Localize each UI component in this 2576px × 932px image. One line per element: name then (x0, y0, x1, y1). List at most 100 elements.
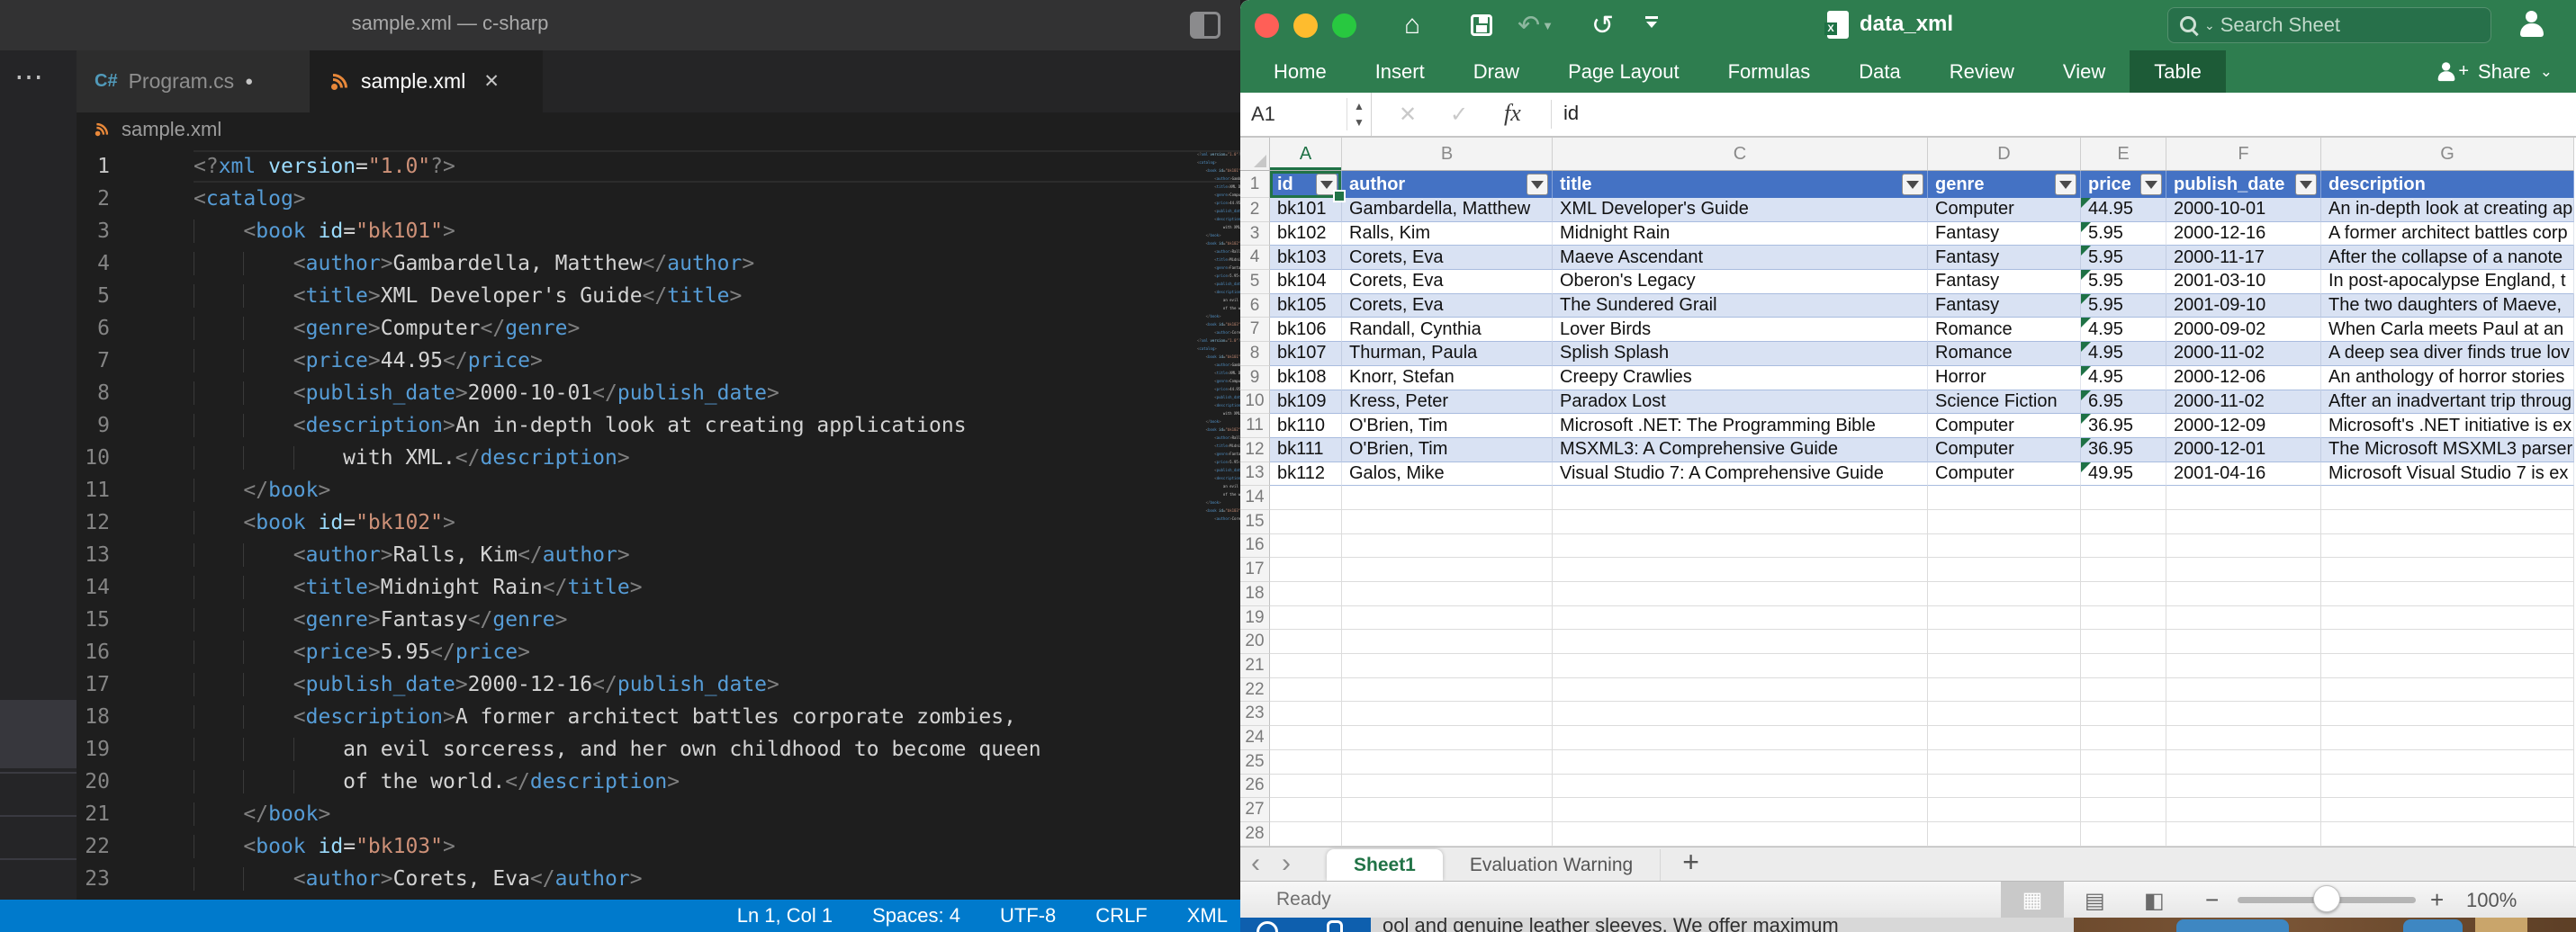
filter-button[interactable] (1902, 174, 1923, 195)
row-header-28[interactable]: 28 (1240, 822, 1270, 847)
cell[interactable] (1270, 775, 1342, 799)
cell[interactable] (1342, 726, 1553, 750)
ribbon-tab-review[interactable]: Review (1925, 50, 2039, 93)
cell[interactable] (2321, 726, 2574, 750)
cell[interactable] (2166, 775, 2321, 799)
cell[interactable]: bk103 (1270, 246, 1342, 270)
ribbon-tab-insert[interactable]: Insert (1351, 50, 1449, 93)
cell[interactable] (1928, 582, 2081, 606)
cell[interactable]: bk108 (1270, 366, 1342, 390)
cell[interactable] (2166, 702, 2321, 726)
column-header-E[interactable]: E (2081, 138, 2166, 171)
cell[interactable]: 44.95 (2081, 198, 2166, 222)
cell[interactable] (1270, 510, 1342, 534)
code-line[interactable]: 16 <price>5.95</price> (77, 636, 1240, 668)
cell[interactable]: Microsoft Visual Studio 7 is ex (2321, 462, 2574, 487)
name-box[interactable]: A1 ▲ ▼ (1240, 93, 1372, 136)
cell[interactable]: Visual Studio 7: A Comprehensive Guide (1553, 462, 1928, 487)
modified-dot-icon[interactable]: ● (245, 74, 253, 89)
cell[interactable]: Midnight Rain (1553, 222, 1928, 246)
cell[interactable] (1342, 486, 1553, 510)
cell[interactable]: 5.95 (2081, 246, 2166, 270)
row-header-19[interactable]: 19 (1240, 606, 1270, 631)
code-line[interactable]: 4 <author>Gambardella, Matthew</author> (77, 247, 1240, 280)
status-item[interactable]: Ln 1, Col 1 (737, 904, 833, 928)
vscode-left-sidebar-sliver[interactable]: ⋯ (0, 50, 77, 900)
cell[interactable] (2081, 582, 2166, 606)
filter-button[interactable] (1527, 174, 1548, 195)
cell[interactable]: bk112 (1270, 462, 1342, 487)
cell[interactable]: Ralls, Kim (1342, 222, 1553, 246)
cell[interactable] (1270, 798, 1342, 822)
row-header-24[interactable]: 24 (1240, 726, 1270, 750)
code-line[interactable]: 6 <genre>Computer</genre> (77, 312, 1240, 345)
cell[interactable] (1553, 558, 1928, 582)
cell[interactable]: 2001-09-10 (2166, 294, 2321, 318)
status-item[interactable]: Spaces: 4 (872, 904, 960, 928)
breadcrumb-file[interactable]: sample.xml (122, 118, 221, 141)
cell[interactable] (2321, 750, 2574, 775)
cell[interactable] (1342, 582, 1553, 606)
code-line[interactable]: 7 <price>44.95</price> (77, 345, 1240, 377)
cell[interactable]: MSXML3: A Comprehensive Guide (1553, 438, 1928, 462)
cell[interactable] (1928, 630, 2081, 654)
cell[interactable] (2166, 534, 2321, 559)
row-header-11[interactable]: 11 (1240, 414, 1270, 438)
page-layout-view-button[interactable]: ▤ (2085, 888, 2105, 914)
ribbon-tab-page-layout[interactable]: Page Layout (1544, 50, 1704, 93)
cell[interactable] (1342, 798, 1553, 822)
normal-view-button[interactable]: ▦ (2001, 882, 2064, 918)
column-header-D[interactable]: D (1928, 138, 2081, 171)
code-line[interactable]: 23 <author>Corets, Eva</author> (77, 863, 1240, 895)
row-header-23[interactable]: 23 (1240, 702, 1270, 726)
cell[interactable]: 2000-12-01 (2166, 438, 2321, 462)
code-line[interactable]: 19 an evil sorceress, and her own childh… (77, 733, 1240, 766)
cell[interactable] (2166, 510, 2321, 534)
column-header-C[interactable]: C (1553, 138, 1928, 171)
cell[interactable]: Thurman, Paula (1342, 342, 1553, 366)
cell[interactable]: O'Brien, Tim (1342, 438, 1553, 462)
cell[interactable]: The Sundered Grail (1553, 294, 1928, 318)
line-number[interactable]: 13 (77, 539, 194, 571)
header-cell-title[interactable]: title (1553, 171, 1928, 198)
cell[interactable] (1342, 558, 1553, 582)
line-number[interactable]: 10 (77, 442, 194, 474)
cell[interactable]: Science Fiction (1928, 390, 2081, 415)
header-cell-id[interactable]: id (1270, 171, 1342, 198)
cell[interactable] (2081, 822, 2166, 847)
cell[interactable] (1270, 822, 1342, 847)
cell[interactable]: 6.95 (2081, 390, 2166, 415)
tab-sample-xml[interactable]: sample.xml ✕ (311, 50, 543, 112)
column-header-G[interactable]: G (2321, 138, 2574, 171)
cell[interactable] (1270, 678, 1342, 703)
code-line[interactable]: 1<?xml version="1.0"?> (77, 150, 1240, 183)
line-number[interactable]: 6 (77, 312, 194, 345)
cell[interactable] (1553, 822, 1928, 847)
page-break-view-button[interactable]: ◧ (2144, 888, 2165, 914)
header-cell-genre[interactable]: genre (1928, 171, 2081, 198)
cell[interactable]: Paradox Lost (1553, 390, 1928, 415)
cell[interactable] (1342, 630, 1553, 654)
cell[interactable] (1553, 654, 1928, 678)
cell[interactable]: 2000-09-02 (2166, 318, 2321, 342)
cell[interactable] (1270, 702, 1342, 726)
cell[interactable] (1342, 702, 1553, 726)
cell[interactable]: Kress, Peter (1342, 390, 1553, 415)
ribbon-tab-table[interactable]: Table (2130, 50, 2226, 93)
line-number[interactable]: 15 (77, 604, 194, 636)
breadcrumb[interactable]: sample.xml (77, 112, 1240, 147)
code-line[interactable]: 10 with XML.</description> (77, 442, 1240, 474)
row-header-4[interactable]: 4 (1240, 246, 1270, 270)
cell[interactable] (1928, 486, 2081, 510)
code-line[interactable]: 3 <book id="bk101"> (77, 215, 1240, 247)
column-header-F[interactable]: F (2166, 138, 2321, 171)
cell[interactable]: Microsoft's .NET initiative is ex (2321, 414, 2574, 438)
line-number[interactable]: 8 (77, 377, 194, 409)
code-line[interactable]: 8 <publish_date>2000-10-01</publish_date… (77, 377, 1240, 409)
cancel-entry-icon[interactable]: ✕ (1399, 102, 1417, 128)
cell[interactable]: 36.95 (2081, 414, 2166, 438)
cell[interactable]: 36.95 (2081, 438, 2166, 462)
insert-function-icon[interactable]: fx (1504, 100, 1521, 127)
zoom-slider-thumb[interactable] (2313, 885, 2340, 912)
cell[interactable] (1553, 798, 1928, 822)
